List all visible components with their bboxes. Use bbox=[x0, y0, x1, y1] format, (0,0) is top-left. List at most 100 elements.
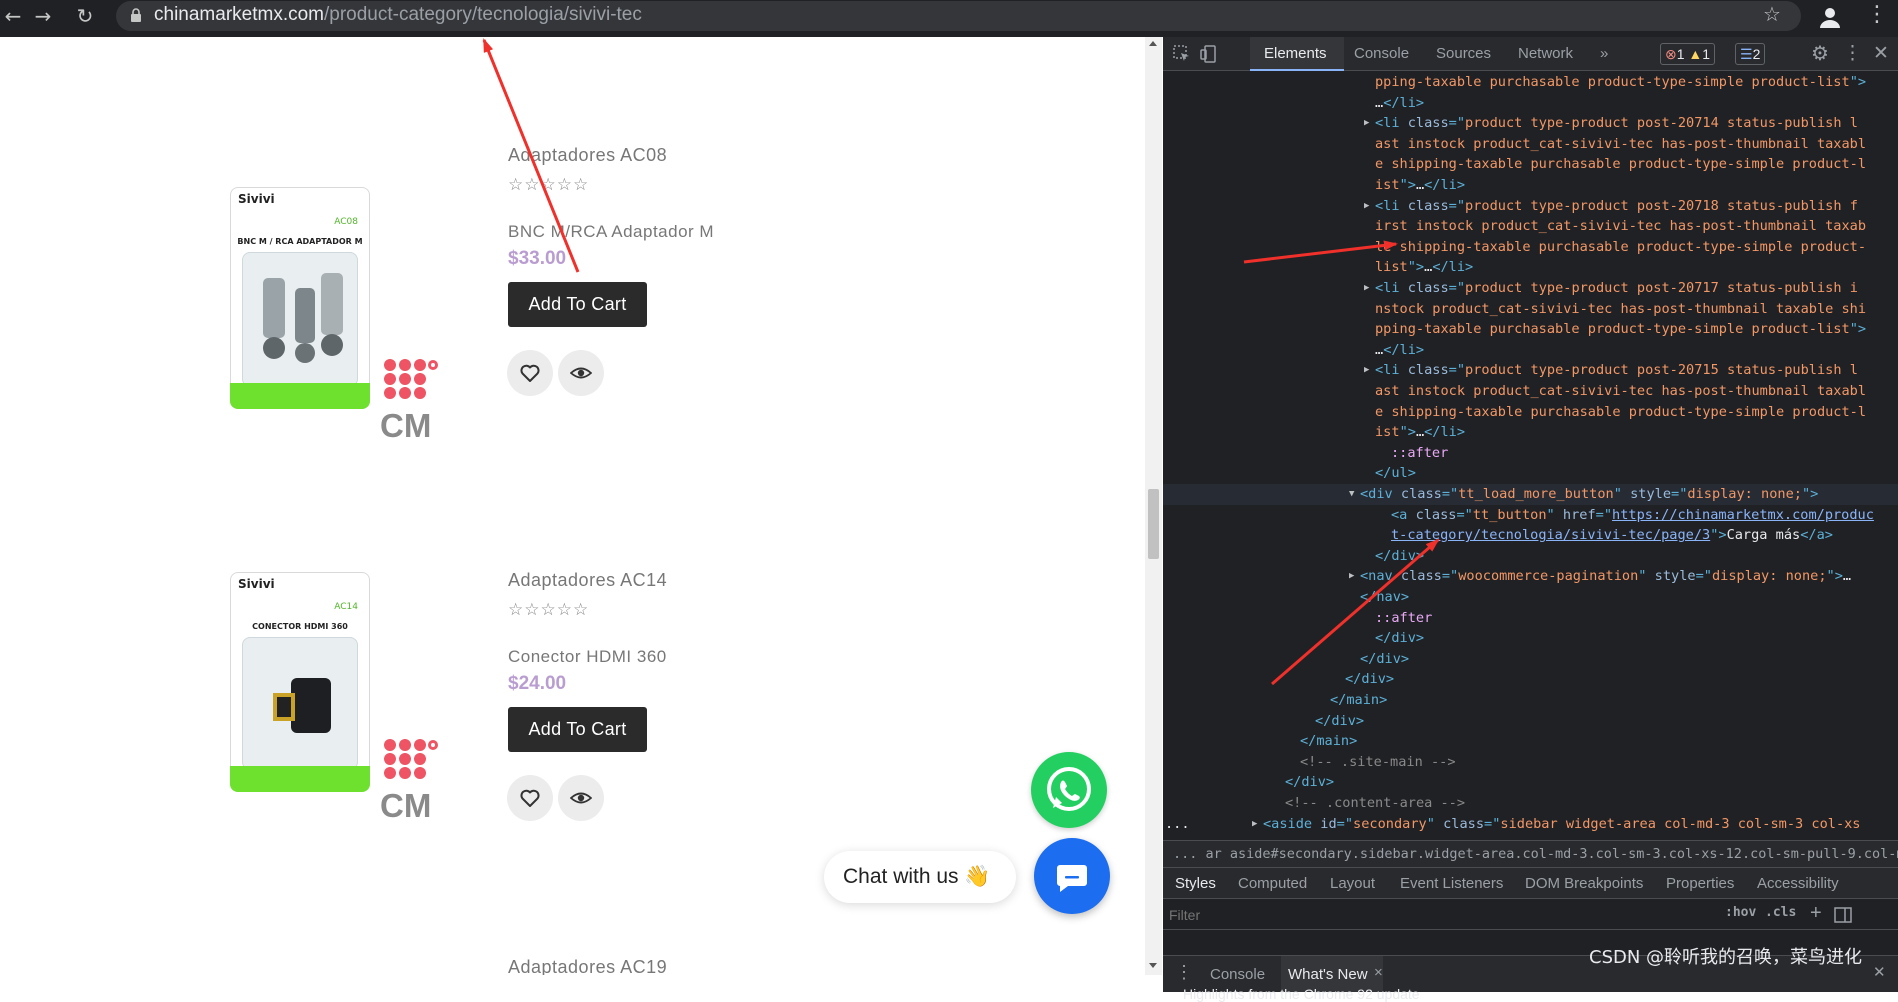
tab-network[interactable]: Network bbox=[1518, 45, 1573, 62]
quick-view-button[interactable] bbox=[558, 775, 604, 821]
tab-console[interactable]: Console bbox=[1354, 45, 1409, 62]
product-title[interactable]: Adaptadores AC08 bbox=[508, 145, 667, 166]
expand-triangle-icon[interactable]: ▶ bbox=[1364, 196, 1369, 217]
issues-badge[interactable]: ⊗1 ▲1 bbox=[1660, 43, 1716, 65]
add-to-cart-button[interactable]: Add To Cart bbox=[508, 707, 647, 752]
dom-line[interactable]: e shipping-taxable purchasable product-t… bbox=[1163, 154, 1898, 175]
tab-layout[interactable]: Layout bbox=[1330, 875, 1375, 892]
forward-arrow-icon[interactable]: → bbox=[30, 3, 56, 29]
browser-menu-icon[interactable]: ⋮ bbox=[1866, 2, 1888, 28]
address-bar[interactable]: chinamarketmx.com/product-category/tecno… bbox=[116, 1, 1801, 31]
dom-line[interactable]: pping-taxable purchasable product-type-s… bbox=[1163, 72, 1898, 93]
product-image[interactable]: Sivivi AC08 BNC M / RCA ADAPTADOR M CM bbox=[185, 142, 475, 452]
wishlist-button[interactable] bbox=[507, 350, 553, 396]
dom-line[interactable]: nstock product_cat-sivivi-tec has-post-t… bbox=[1163, 299, 1898, 320]
dom-line[interactable]: </nav> bbox=[1163, 587, 1898, 608]
quick-view-button[interactable] bbox=[558, 350, 604, 396]
expand-triangle-icon[interactable]: ▶ bbox=[1349, 566, 1354, 587]
dom-line[interactable]: ▶ <li class="product type-product post-20… bbox=[1163, 196, 1898, 217]
page-scrollbar[interactable] bbox=[1145, 37, 1162, 975]
bookmark-star-icon[interactable]: ☆ bbox=[1763, 2, 1781, 26]
cls-toggle[interactable]: .cls bbox=[1765, 905, 1796, 920]
expand-triangle-icon[interactable]: ▶ bbox=[1364, 360, 1369, 381]
product-image[interactable]: Sivivi AC14 CONECTOR HDMI 360 CM bbox=[185, 522, 475, 832]
dom-line[interactable]: ▶ <nav class="woocommerce-pagination" sty… bbox=[1163, 566, 1898, 587]
dom-breadcrumb[interactable]: ... ar aside#secondary.sidebar.widget-ar… bbox=[1163, 840, 1898, 867]
devtools-menu-icon[interactable]: ⋮ bbox=[1843, 42, 1862, 65]
dom-line[interactable]: e shipping-taxable purchasable product-t… bbox=[1163, 402, 1898, 423]
dom-line[interactable]: ast instock product_cat-sivivi-tec has-p… bbox=[1163, 134, 1898, 155]
dom-line[interactable]: …</li> bbox=[1163, 340, 1898, 361]
dom-line[interactable]: </main> bbox=[1163, 731, 1898, 752]
styles-filter-input[interactable] bbox=[1169, 904, 1709, 925]
back-arrow-icon[interactable]: ← bbox=[0, 3, 26, 29]
expand-triangle-icon[interactable]: ▶ bbox=[1364, 278, 1369, 299]
dom-line[interactable]: </div> bbox=[1163, 628, 1898, 649]
dom-token[interactable]: https://chinamarketmx.com/produc bbox=[1612, 507, 1874, 523]
dom-line[interactable]: </main> bbox=[1163, 690, 1898, 711]
dom-line[interactable]: ▶ <li class="product type-product post-20… bbox=[1163, 113, 1898, 134]
more-tabs-icon[interactable]: » bbox=[1600, 45, 1608, 62]
expand-triangle-icon[interactable]: ▶ bbox=[1364, 113, 1369, 134]
chat-with-us-label[interactable]: Chat with us 👋 bbox=[824, 851, 1016, 903]
messages-badge[interactable]: ☰2 bbox=[1735, 43, 1766, 65]
dom-line[interactable]: ▶ <li class="product type-product post-20… bbox=[1163, 278, 1898, 299]
chat-button[interactable] bbox=[1034, 838, 1110, 914]
dom-line[interactable]: irst instock product_cat-sivivi-tec has-… bbox=[1163, 216, 1898, 237]
product-title[interactable]: Adaptadores AC14 bbox=[508, 570, 667, 591]
close-whats-new-icon[interactable]: × bbox=[1374, 964, 1383, 981]
hov-toggle[interactable]: :hov bbox=[1725, 905, 1756, 920]
dom-line[interactable]: </div> bbox=[1163, 669, 1898, 690]
tab-accessibility[interactable]: Accessibility bbox=[1757, 875, 1839, 892]
dom-line[interactable]: ::after bbox=[1163, 608, 1898, 629]
tab-dom-breakpoints[interactable]: DOM Breakpoints bbox=[1525, 875, 1643, 892]
expand-triangle-icon[interactable]: ▶ bbox=[1252, 814, 1257, 835]
dom-line[interactable]: pping-taxable purchasable product-type-s… bbox=[1163, 319, 1898, 340]
tab-sources[interactable]: Sources bbox=[1436, 45, 1491, 62]
dom-line[interactable]: </div> bbox=[1163, 772, 1898, 793]
product-title[interactable]: Adaptadores AC19 bbox=[508, 957, 667, 975]
dom-line[interactable]: ▶ <li class="product type-product post-20… bbox=[1163, 360, 1898, 381]
tab-event-listeners[interactable]: Event Listeners bbox=[1400, 875, 1503, 892]
dom-line[interactable]: ist">…</li> bbox=[1163, 175, 1898, 196]
dom-line[interactable]: </ul> bbox=[1163, 463, 1898, 484]
dom-line[interactable]: <!-- .content-area --> bbox=[1163, 793, 1898, 814]
dom-line[interactable]: le shipping-taxable purchasable product-… bbox=[1163, 237, 1898, 258]
expand-triangle-open-icon[interactable]: ▼ bbox=[1349, 484, 1354, 505]
dom-tree[interactable]: pping-taxable purchasable product-type-s… bbox=[1163, 72, 1898, 840]
close-devtools-icon[interactable]: ✕ bbox=[1873, 42, 1889, 65]
dom-line[interactable]: </div> bbox=[1163, 649, 1898, 670]
tab-computed[interactable]: Computed bbox=[1238, 875, 1307, 892]
wishlist-button[interactable] bbox=[507, 775, 553, 821]
tab-elements[interactable]: Elements bbox=[1264, 45, 1327, 62]
scroll-down-icon[interactable] bbox=[1149, 963, 1157, 968]
reload-icon[interactable]: ↻ bbox=[72, 3, 98, 29]
dom-line[interactable]: </div> bbox=[1163, 711, 1898, 732]
dom-line[interactable]: <!-- .site-main --> bbox=[1163, 752, 1898, 773]
whatsapp-button[interactable] bbox=[1031, 752, 1107, 828]
scroll-up-icon[interactable] bbox=[1149, 41, 1157, 46]
dom-line[interactable]: list">…</li> bbox=[1163, 257, 1898, 278]
tab-properties[interactable]: Properties bbox=[1666, 875, 1734, 892]
profile-icon[interactable] bbox=[1816, 4, 1844, 32]
add-to-cart-button[interactable]: Add To Cart bbox=[508, 282, 647, 327]
close-drawer-icon[interactable]: ✕ bbox=[1873, 963, 1886, 981]
settings-gear-icon[interactable]: ⚙ bbox=[1811, 41, 1829, 66]
scroll-thumb[interactable] bbox=[1148, 489, 1159, 559]
dom-line[interactable]: …</li> bbox=[1163, 93, 1898, 114]
toggle-sidebar-icon[interactable] bbox=[1834, 906, 1852, 924]
device-toolbar-icon[interactable] bbox=[1199, 44, 1219, 64]
dom-line[interactable]: ▼ <div class="tt_load_more_button" style=… bbox=[1163, 484, 1898, 505]
dom-line[interactable]: ... ▶ <aside id="secondary" class="sidebar… bbox=[1163, 814, 1898, 835]
dom-line[interactable]: <a class="tt_button" href="https://china… bbox=[1163, 505, 1898, 526]
dom-line[interactable]: ist">…</li> bbox=[1163, 422, 1898, 443]
new-style-rule-icon[interactable]: + bbox=[1810, 902, 1822, 925]
dom-line[interactable]: </div> bbox=[1163, 546, 1898, 567]
dom-line[interactable]: ::after bbox=[1163, 443, 1898, 464]
tab-styles[interactable]: Styles bbox=[1175, 875, 1216, 892]
drawer-menu-icon[interactable]: ⋮ bbox=[1175, 962, 1193, 983]
dom-token[interactable]: t-category/tecnologia/sivivi-tec/page/3 bbox=[1391, 527, 1710, 543]
dom-line[interactable]: t-category/tecnologia/sivivi-tec/page/3"… bbox=[1163, 525, 1898, 546]
dom-line[interactable]: ast instock product_cat-sivivi-tec has-p… bbox=[1163, 381, 1898, 402]
inspect-element-icon[interactable] bbox=[1173, 45, 1191, 63]
